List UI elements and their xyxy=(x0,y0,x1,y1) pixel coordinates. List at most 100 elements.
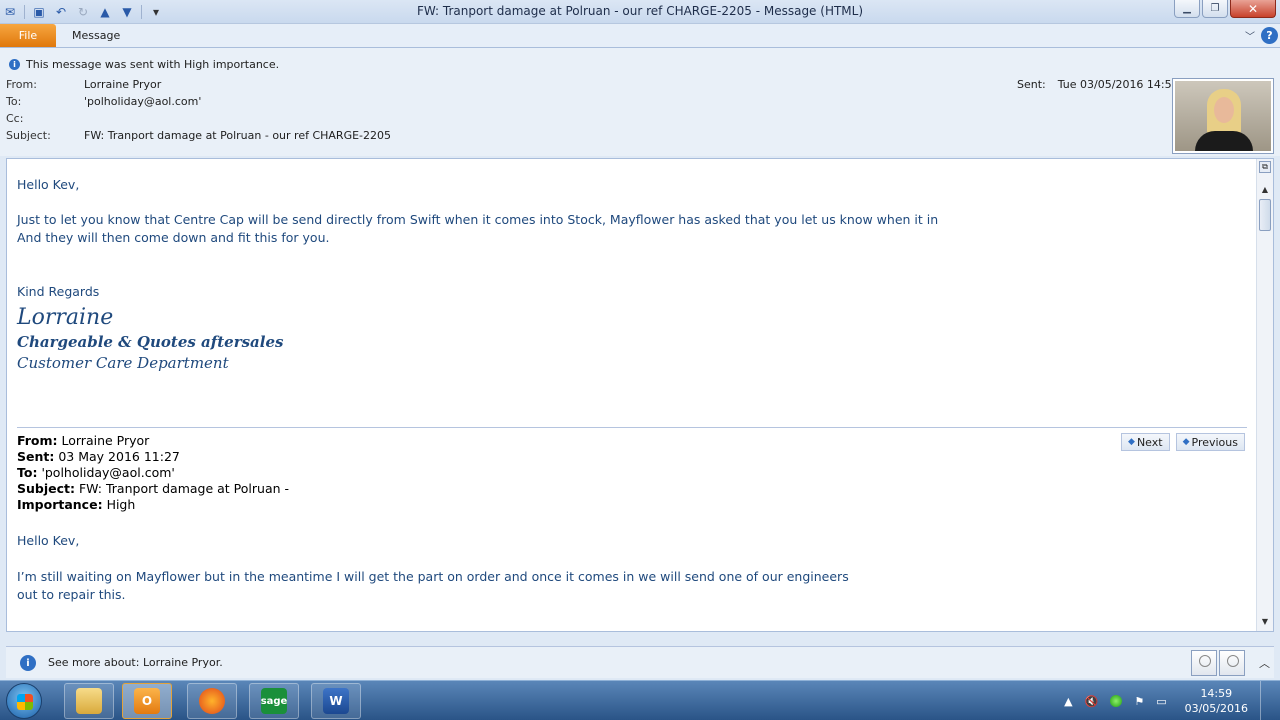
signature-role: Chargeable & Quotes aftersales xyxy=(17,333,284,351)
fwd-sent: Sent: 03 May 2016 11:27 xyxy=(17,449,180,464)
fwd-line-2: out to repair this. xyxy=(17,587,126,602)
chevron-down-icon[interactable]: ﹀ xyxy=(1245,28,1255,43)
signature-name: Lorraine xyxy=(17,305,114,330)
subject-label: Subject: xyxy=(6,129,51,142)
sage-icon: sage xyxy=(261,688,287,714)
people-pane: i See more about: Lorraine Pryor. ︿ xyxy=(6,646,1274,678)
fwd-importance: Importance: High xyxy=(17,497,135,512)
status-icon[interactable] xyxy=(1110,695,1123,707)
contact-photo-icon[interactable] xyxy=(1191,650,1217,676)
clock[interactable]: 14:59 03/05/2016 xyxy=(1185,686,1248,716)
fwd-importance-value: High xyxy=(106,497,136,512)
fwd-subject-value: FW: Tranport damage at Polruan - xyxy=(78,481,290,496)
avatar xyxy=(1175,81,1271,151)
minimize-button[interactable]: ▁ xyxy=(1174,0,1200,18)
system-tray: ▲ 🔇 ⚑ ▭ 14:59 03/05/2016 xyxy=(1064,681,1280,720)
firefox-icon xyxy=(199,688,225,714)
info-icon: i xyxy=(9,59,20,70)
show-desktop-button[interactable] xyxy=(1260,681,1272,720)
info-icon: i xyxy=(20,655,36,671)
divider xyxy=(17,427,1247,428)
previous-label: Previous xyxy=(1191,435,1239,449)
cc-row: Cc: xyxy=(6,112,84,125)
help-icon[interactable]: ? xyxy=(1261,27,1278,44)
flag-icon[interactable]: ⚑ xyxy=(1134,695,1144,708)
fwd-sent-label: Sent: xyxy=(17,449,55,464)
message-header: i This message was sent with High import… xyxy=(0,48,1280,156)
taskbar: O sage W ▲ 🔇 ⚑ ▭ 14:59 03/05/2016 xyxy=(0,680,1280,720)
sender-photo[interactable] xyxy=(1172,78,1274,154)
fwd-from-value: Lorraine Pryor xyxy=(61,433,150,448)
greeting: Hello Kev, xyxy=(17,177,80,192)
signature-department: Customer Care Department xyxy=(17,354,229,372)
fwd-subject-label: Subject: xyxy=(17,481,75,496)
fwd-from-label: From: xyxy=(17,433,58,448)
previous-arrow-icon: ◆ xyxy=(1182,437,1190,447)
previous-button[interactable]: ◆ Previous xyxy=(1175,433,1245,451)
contact-photo-icon[interactable] xyxy=(1219,650,1245,676)
window-title: FW: Tranport damage at Polruan - our ref… xyxy=(416,4,864,18)
from-label: From: xyxy=(6,78,37,91)
show-hidden-icons-icon[interactable]: ▲ xyxy=(1064,695,1072,708)
fwd-importance-label: Importance: xyxy=(17,497,103,512)
volume-muted-icon[interactable]: 🔇 xyxy=(1085,695,1099,708)
network-icon[interactable]: ▭ xyxy=(1156,695,1166,708)
windows-logo-icon xyxy=(17,694,33,710)
zoom-icon[interactable]: ⧉ xyxy=(1259,161,1271,173)
clock-date: 03/05/2016 xyxy=(1184,702,1248,715)
sent-row: Sent: Tue 03/05/2016 14:59 xyxy=(1017,78,1179,91)
fwd-to-label: To: xyxy=(17,465,38,480)
taskbar-sage[interactable]: sage xyxy=(249,683,299,719)
outlook-icon: O xyxy=(134,688,160,714)
restore-button[interactable]: ❐ xyxy=(1202,0,1228,18)
next-arrow-icon: ◆ xyxy=(1128,437,1135,447)
fwd-to-value: 'polholiday@aol.com' xyxy=(41,465,175,480)
taskbar-explorer[interactable] xyxy=(64,683,114,719)
word-icon: W xyxy=(323,688,349,714)
taskbar-outlook[interactable]: O xyxy=(122,683,172,719)
fwd-line-1: I’m still waiting on Mayflower but in th… xyxy=(17,569,849,584)
subject-value: FW: Tranport damage at Polruan - our ref… xyxy=(84,129,392,142)
window-controls: ▁ ❐ ✕ xyxy=(1174,0,1276,18)
start-button[interactable] xyxy=(6,683,42,719)
from-value[interactable]: Lorraine Pryor xyxy=(84,78,161,91)
fwd-subject: Subject: FW: Tranport damage at Polruan … xyxy=(17,481,289,496)
title-bar: ✉ ▣ ↶ ↻ ▲ ▼ ▾ FW: Tranport damage at Pol… xyxy=(0,0,1280,24)
next-label: Next xyxy=(1136,435,1163,449)
taskbar-firefox[interactable] xyxy=(187,683,237,719)
folder-icon xyxy=(76,688,102,714)
vertical-scrollbar[interactable]: ⧉ ▲ ▼ xyxy=(1256,159,1273,631)
conversation-nav: ◆ Next ◆ Previous xyxy=(1121,433,1245,451)
tab-file[interactable]: File xyxy=(0,24,56,47)
people-pane-text[interactable]: See more about: Lorraine Pryor. xyxy=(48,656,223,669)
ribbon-controls: ﹀ ? xyxy=(1245,27,1278,44)
from-row: From: Lorraine Pryor xyxy=(6,78,161,91)
scroll-thumb[interactable] xyxy=(1259,199,1271,231)
body-line-2: And they will then come down and fit thi… xyxy=(17,230,330,245)
clock-time: 14:59 xyxy=(1200,687,1233,700)
to-value[interactable]: 'polholiday@aol.com' xyxy=(84,95,201,108)
taskbar-word[interactable]: W xyxy=(311,683,361,719)
message-body[interactable]: Hello Kev, Just to let you know that Cen… xyxy=(6,158,1274,632)
importance-infobar: i This message was sent with High import… xyxy=(9,58,279,71)
regards: Kind Regards xyxy=(17,284,100,299)
fwd-sent-value: 03 May 2016 11:27 xyxy=(58,449,180,464)
sent-label: Sent: xyxy=(1017,78,1046,91)
to-row: To: 'polholiday@aol.com' xyxy=(6,95,201,108)
fwd-to: To: 'polholiday@aol.com' xyxy=(17,465,175,480)
subject-row: Subject: FW: Tranport damage at Polruan … xyxy=(6,129,391,142)
body-line-1: Just to let you know that Centre Cap wil… xyxy=(17,212,939,227)
sent-value: Tue 03/05/2016 14:59 xyxy=(1057,78,1179,91)
fwd-from: From: Lorraine Pryor xyxy=(17,433,149,448)
close-button[interactable]: ✕ xyxy=(1230,0,1276,18)
cc-label: Cc: xyxy=(6,112,24,125)
tab-message[interactable]: Message xyxy=(72,29,120,42)
chevron-up-icon[interactable]: ︿ xyxy=(1259,655,1270,671)
scroll-up-icon[interactable]: ▲ xyxy=(1258,183,1272,197)
importance-text: This message was sent with High importan… xyxy=(26,58,280,71)
scroll-down-icon[interactable]: ▼ xyxy=(1258,615,1272,629)
ribbon: File Message ﹀ ? xyxy=(0,24,1280,48)
fwd-greeting: Hello Kev, xyxy=(17,533,80,548)
next-button[interactable]: ◆ Next xyxy=(1121,433,1170,451)
to-label: To: xyxy=(6,95,22,108)
